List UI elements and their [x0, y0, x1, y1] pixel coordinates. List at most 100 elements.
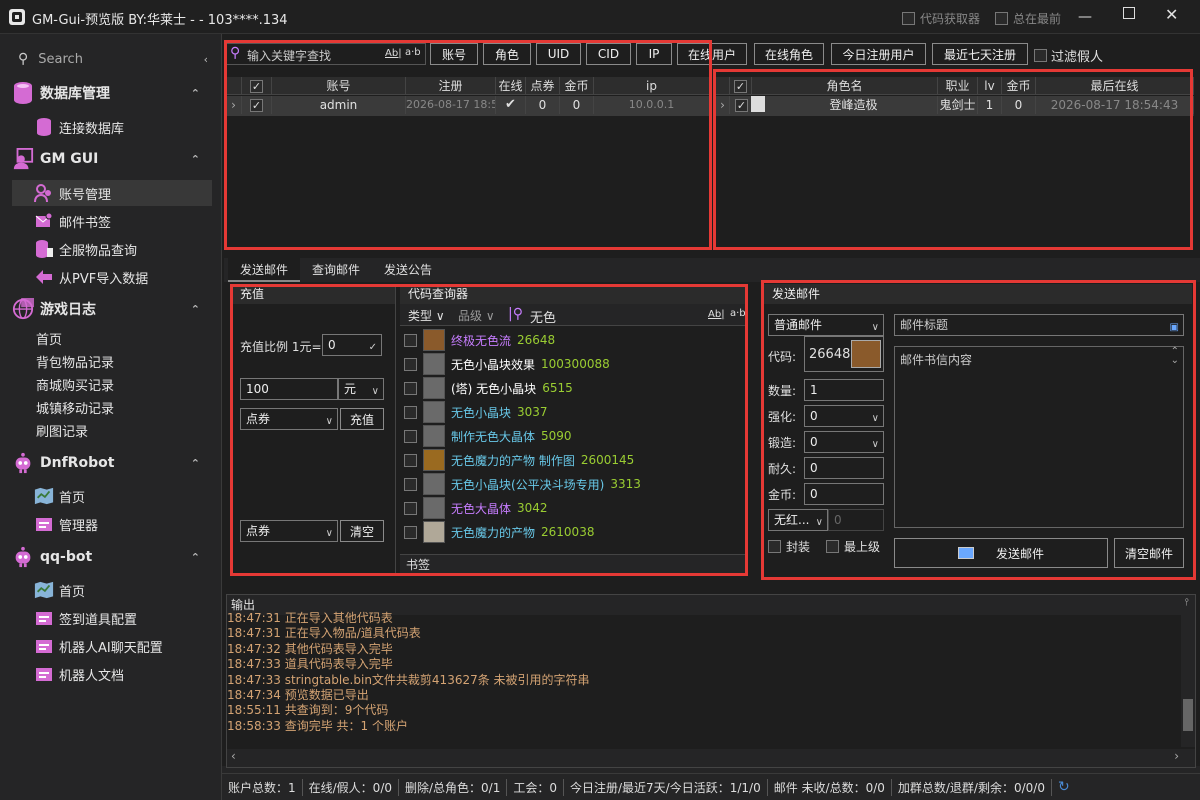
list-item[interactable]: 终极无色流 26648: [404, 328, 555, 352]
filter-fake-option[interactable]: 过滤假人: [1034, 46, 1103, 65]
sidebar-item-robot-home[interactable]: 首页: [34, 483, 234, 509]
seal-checkbox[interactable]: [768, 540, 781, 553]
send-mail-button[interactable]: 发送邮件: [894, 538, 1108, 568]
sidebar-item-mail-bookmark[interactable]: 邮件书签: [34, 208, 234, 234]
select-all-accounts-checkbox[interactable]: [250, 80, 263, 93]
type-filter[interactable]: 类型 ∨: [408, 307, 445, 324]
item-checkbox[interactable]: [404, 525, 417, 539]
row-expand-icon[interactable]: ›: [226, 96, 242, 114]
item-checkbox[interactable]: [404, 381, 417, 395]
sidebar-item-robot-docs[interactable]: 机器人文档: [34, 661, 234, 687]
item-checkbox[interactable]: [404, 405, 417, 419]
search-input[interactable]: 输入关键字查找: [247, 47, 331, 64]
sidebar-item-connect-db[interactable]: 连接数据库: [34, 114, 234, 140]
mail-body-textarea[interactable]: 邮件书信内容 ⌃ ⌄: [894, 346, 1184, 528]
item-checkbox[interactable]: [404, 357, 417, 371]
sidebar-group-game-log[interactable]: 游戏日志 ⌃: [12, 296, 212, 322]
list-item[interactable]: 无色魔力的产物 2610038: [404, 520, 594, 544]
table-row[interactable]: › admin 2026-08-17 18:50:38 ✔ 0 0 10.0.0…: [226, 96, 710, 116]
list-item[interactable]: 无色大晶体 3042: [404, 496, 548, 520]
col-role-gold[interactable]: 金币: [1002, 77, 1036, 95]
grade-filter[interactable]: 品级 ∨: [458, 307, 495, 324]
cid-search-button[interactable]: CID: [586, 43, 631, 65]
sidebar-item-mall-log[interactable]: 商城购买记录: [36, 373, 236, 395]
row-checkbox[interactable]: [735, 99, 748, 112]
scroll-left-icon[interactable]: ‹: [231, 749, 236, 763]
recharge-button[interactable]: 充值: [340, 408, 384, 430]
top-grade-option[interactable]: 最上级: [826, 538, 880, 555]
scroll-arrows-icon[interactable]: ⌃ ⌄: [1171, 347, 1179, 366]
ip-search-button[interactable]: IP: [636, 43, 672, 65]
enhance-select[interactable]: 0 ∨: [804, 405, 884, 427]
save-icon[interactable]: ▣: [1170, 318, 1179, 335]
sidebar-group-gm-gui[interactable]: GM GUI ⌃: [12, 146, 212, 172]
select-all-roles-checkbox[interactable]: [734, 80, 747, 93]
col-online[interactable]: 在线: [496, 77, 526, 95]
minimize-button[interactable]: —: [1078, 9, 1092, 25]
scrollbar-thumb[interactable]: [1183, 699, 1193, 731]
red-value-input[interactable]: 0: [828, 509, 884, 531]
code-fetch-checkbox[interactable]: [902, 12, 915, 25]
col-register[interactable]: 注册: [406, 77, 496, 95]
today-register-button[interactable]: 今日注册用户: [831, 43, 926, 65]
sidebar-search[interactable]: ⚲ Search ‹: [18, 46, 218, 72]
seal-option[interactable]: 封装: [768, 538, 810, 555]
item-checkbox[interactable]: [404, 333, 417, 347]
code-field[interactable]: 26648: [804, 336, 884, 372]
clear-mail-button[interactable]: 清空邮件: [1114, 538, 1184, 568]
row-checkbox[interactable]: [250, 99, 263, 112]
list-item[interactable]: 无色小晶块 3037: [404, 400, 548, 424]
sidebar-item-log-home[interactable]: 首页: [36, 327, 236, 349]
qty-input[interactable]: 1: [804, 379, 884, 401]
horizontal-scrollbar[interactable]: ‹ ›: [227, 749, 1195, 767]
sidebar-group-qq-bot[interactable]: qq-bot ⌃: [12, 544, 212, 570]
sidebar-item-item-query[interactable]: 全服物品查询: [34, 236, 234, 262]
mail-subject-input[interactable]: 邮件标题 ▣: [894, 314, 1184, 336]
bookmark-section[interactable]: 书签: [400, 554, 746, 574]
clear-recharge-button[interactable]: 清空: [340, 520, 384, 542]
col-role-name[interactable]: 角色名: [752, 77, 938, 95]
mail-type-select[interactable]: 普通邮件 ∨: [768, 314, 884, 336]
gold-input[interactable]: 0: [804, 483, 884, 505]
match-case-icon[interactable]: Ab|: [708, 309, 725, 320]
currency-select-2[interactable]: 点券 ∨: [240, 520, 338, 542]
amount-input[interactable]: 100: [240, 378, 338, 400]
currency-select[interactable]: 点券 ∨: [240, 408, 338, 430]
red-select[interactable]: 无红... ∨: [768, 509, 828, 531]
row-expand-icon[interactable]: ›: [716, 96, 730, 114]
code-search-input[interactable]: 无色: [530, 307, 556, 326]
durability-input[interactable]: 0: [804, 457, 884, 479]
online-user-button[interactable]: 在线用户: [677, 43, 747, 65]
col-point[interactable]: 点券: [526, 77, 560, 95]
col-job[interactable]: 职业: [938, 77, 978, 95]
vertical-scrollbar[interactable]: [1181, 615, 1195, 747]
item-checkbox[interactable]: [404, 477, 417, 491]
tab-query-mail[interactable]: 查询邮件: [300, 258, 372, 282]
sidebar-item-qq-home[interactable]: 首页: [34, 577, 234, 603]
col-lv[interactable]: lv: [978, 77, 1002, 95]
code-fetch-option[interactable]: 代码获取器: [902, 10, 980, 27]
sidebar-item-ai-chat-config[interactable]: 机器人AI聊天配置: [34, 633, 234, 659]
refresh-icon[interactable]: ↻: [1052, 779, 1076, 795]
sidebar-item-bag-log[interactable]: 背包物品记录: [36, 350, 236, 372]
list-item[interactable]: 无色魔力的产物 制作图 2600145: [404, 448, 634, 472]
uid-search-button[interactable]: UID: [536, 43, 581, 65]
match-case-icon[interactable]: Ab|: [385, 48, 402, 59]
search-box[interactable]: ⚲ 输入关键字查找 Ab| a·b: [226, 43, 426, 65]
list-item[interactable]: (塔) 无色小晶块 6515: [404, 376, 573, 400]
col-ip[interactable]: ip: [594, 77, 710, 95]
sidebar-item-account-manage[interactable]: 账号管理: [12, 180, 212, 206]
col-account[interactable]: 账号: [272, 77, 406, 95]
item-checkbox[interactable]: [404, 429, 417, 443]
tab-send-notice[interactable]: 发送公告: [372, 258, 444, 282]
collapse-sidebar-icon[interactable]: ‹: [204, 53, 208, 66]
list-item[interactable]: 无色小晶块效果 100300088: [404, 352, 610, 376]
sidebar-item-dungeon-log[interactable]: 刷图记录: [36, 419, 236, 441]
maximize-button[interactable]: [1123, 7, 1135, 19]
tab-send-mail[interactable]: 发送邮件: [228, 258, 300, 282]
close-button[interactable]: ✕: [1165, 5, 1178, 24]
filter-fake-checkbox[interactable]: [1034, 49, 1047, 62]
sidebar-item-checkin-config[interactable]: 签到道具配置: [34, 605, 234, 631]
list-item[interactable]: 制作无色大晶体 5090: [404, 424, 572, 448]
sidebar-group-database[interactable]: 数据库管理 ⌃: [12, 80, 212, 106]
